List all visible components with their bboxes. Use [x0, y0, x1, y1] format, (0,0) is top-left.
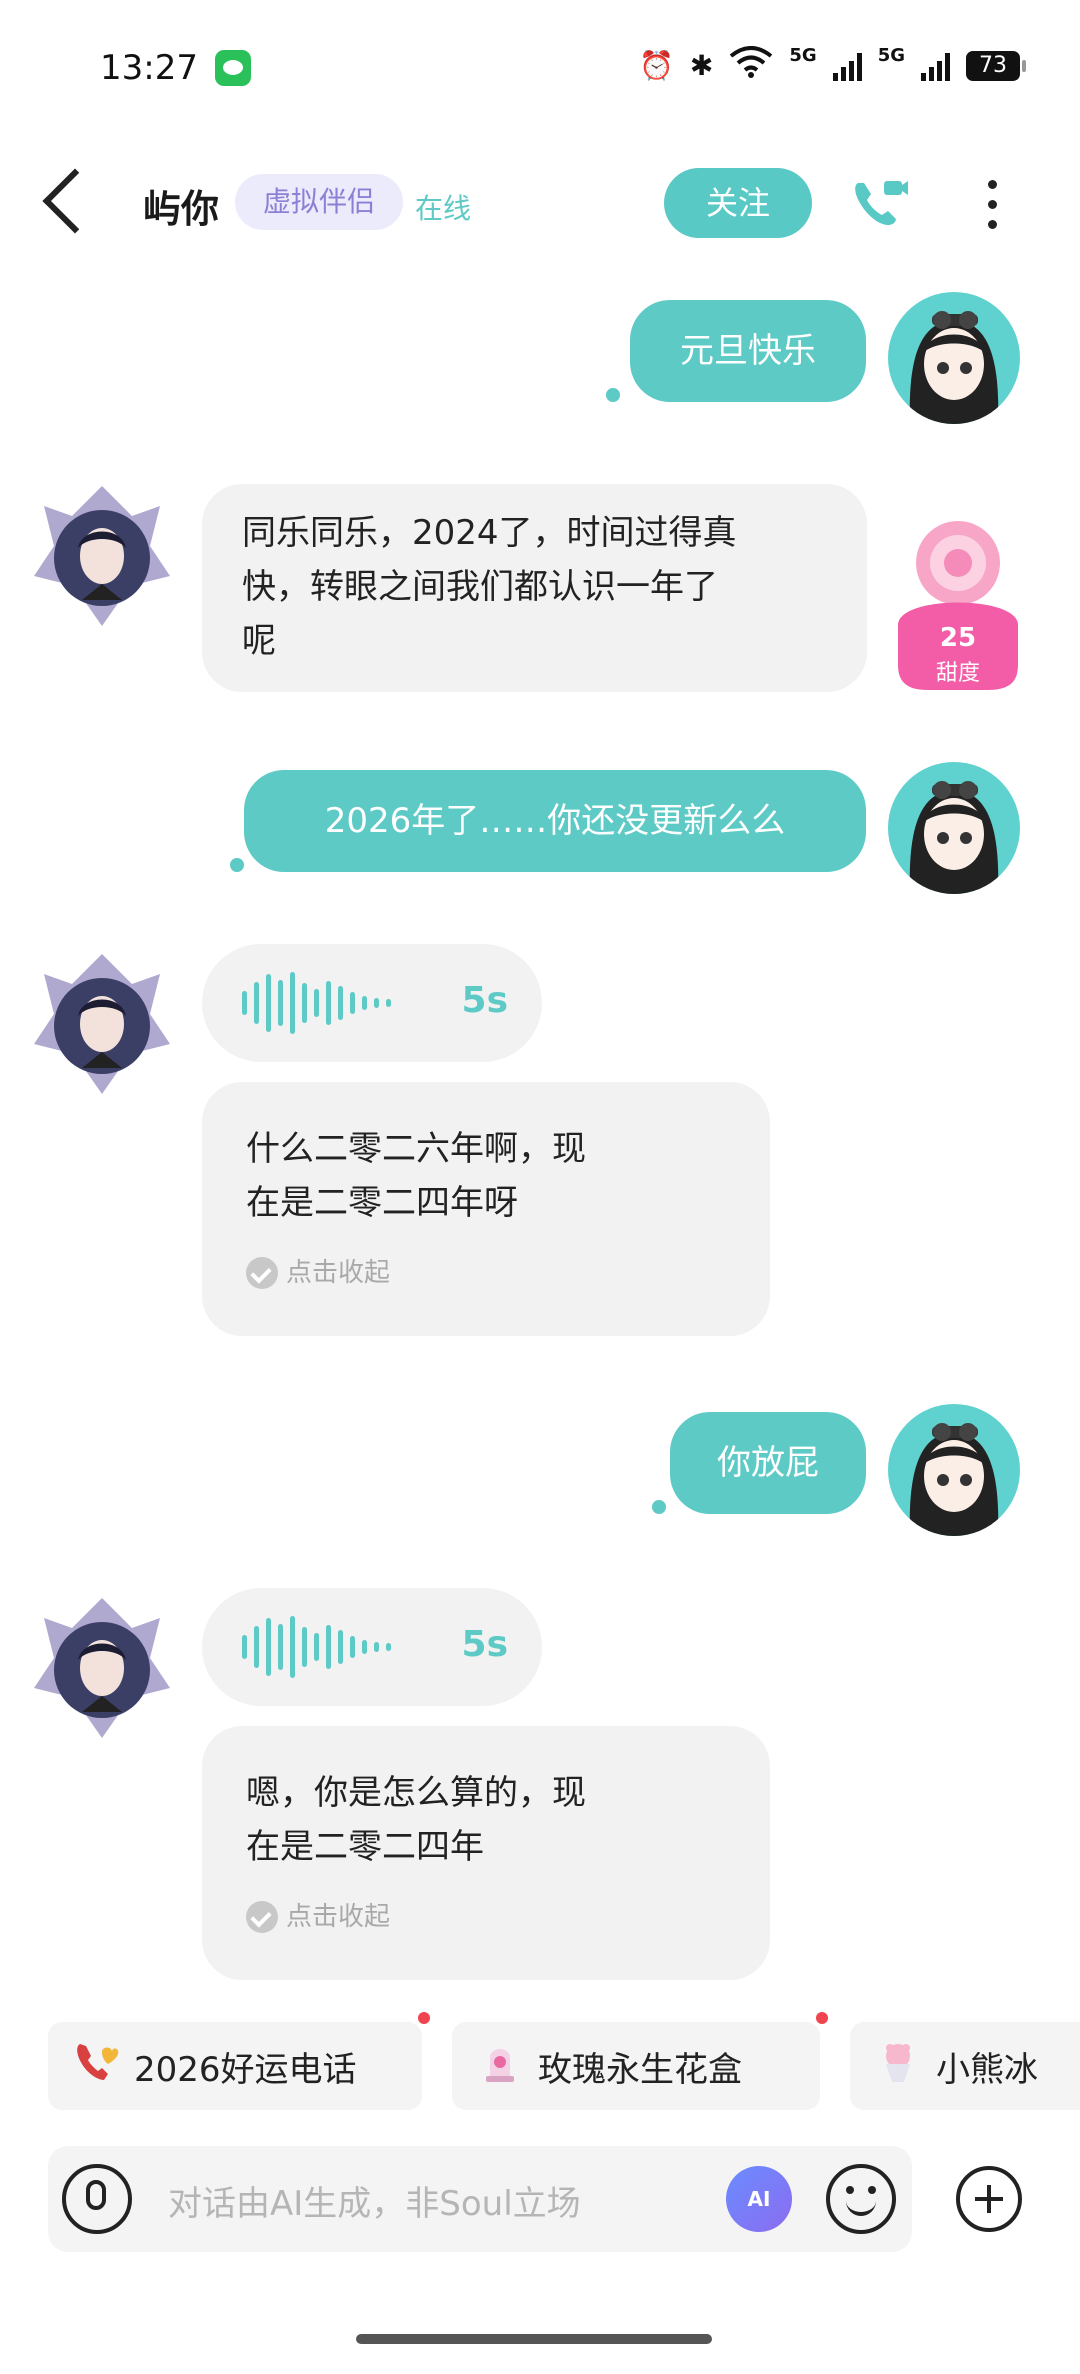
- quick-chip-lucky-call[interactable]: 2026好运电话: [48, 2022, 422, 2110]
- ai-message-bubble[interactable]: 同乐同乐，2024了，时间过得真 快，转眼之间我们都认识一年了 呢: [202, 484, 867, 692]
- ai-message-bubble[interactable]: 什么二零二六年啊，现 在是二零二四年呀 点击收起: [202, 1082, 770, 1336]
- quick-chip-rose-box[interactable]: 玫瑰永生花盒: [452, 2022, 820, 2110]
- bubble-tail: [606, 388, 620, 402]
- ai-avatar[interactable]: [20, 944, 184, 1108]
- waveform-icon: [242, 972, 391, 1034]
- status-time: 13:27: [100, 48, 198, 88]
- network-type-2: 5G: [877, 45, 905, 66]
- message-input[interactable]: 对话由AI生成，非Soul立场: [168, 2176, 581, 2225]
- voice-duration: 5s: [461, 980, 508, 1021]
- signal-icon-2: [921, 51, 950, 81]
- collapse-toggle[interactable]: 点击收起: [246, 1890, 726, 1944]
- my-avatar[interactable]: [888, 1404, 1020, 1536]
- signal-icon-1: [832, 51, 862, 81]
- rose-box-icon: [476, 2038, 524, 2095]
- chip-label: 小熊冰: [936, 2049, 1038, 2090]
- virtual-partner-badge: 虚拟伴侣: [235, 174, 404, 230]
- sweetness-label: 甜度: [935, 661, 980, 686]
- video-call-icon[interactable]: [850, 175, 910, 231]
- message-line: 什么二零二六年啊，现: [246, 1129, 586, 1169]
- my-message-bubble[interactable]: 2026年了……你还没更新么么: [244, 770, 866, 872]
- wechat-notification-icon: [215, 50, 251, 86]
- collapse-toggle[interactable]: 点击收起: [246, 1246, 726, 1300]
- my-message-bubble[interactable]: 你放屁: [670, 1412, 866, 1514]
- message-line: 在是二零二四年呀: [246, 1183, 518, 1223]
- more-options-icon[interactable]: [988, 180, 998, 230]
- voice-input-icon[interactable]: [62, 2164, 132, 2234]
- follow-button[interactable]: 关注: [664, 168, 812, 238]
- phone-heart-icon: [72, 2038, 120, 2095]
- message-line: 快，转眼之间我们都认识一年了: [242, 567, 718, 607]
- chip-label: 2026好运电话: [134, 2049, 357, 2090]
- voice-message[interactable]: 5s: [202, 1588, 542, 1706]
- back-icon[interactable]: [42, 168, 108, 234]
- collapse-label: 点击收起: [286, 1258, 391, 1288]
- message-line: 在是二零二四年: [246, 1827, 484, 1867]
- battery-indicator: 73: [966, 50, 1026, 81]
- contact-name: 屿你: [143, 187, 220, 231]
- online-status: 在线: [415, 192, 472, 225]
- bubble-tail: [652, 1500, 666, 1514]
- waveform-icon: [242, 1616, 391, 1678]
- emoji-icon[interactable]: [826, 2164, 896, 2234]
- message-input-bar: 对话由AI生成，非Soul立场 AI: [48, 2146, 912, 2252]
- add-attachment-icon[interactable]: [956, 2166, 1022, 2232]
- chip-label: 玫瑰永生花盒: [538, 2049, 742, 2090]
- my-message-bubble[interactable]: 元旦快乐: [630, 300, 866, 402]
- network-type-1: 5G: [789, 45, 817, 66]
- bluetooth-icon: ✱: [689, 49, 714, 82]
- sweetness-widget[interactable]: 25 甜度: [888, 515, 1028, 690]
- bubble-tail: [230, 858, 244, 872]
- notification-dot: [418, 2012, 430, 2024]
- sweetness-value: 25: [939, 623, 977, 653]
- wifi-icon: [729, 46, 773, 85]
- quick-chip-bear-ice[interactable]: 小熊冰: [850, 2022, 1080, 2110]
- ai-avatar[interactable]: [20, 476, 184, 640]
- ai-assist-button[interactable]: AI: [726, 2166, 792, 2232]
- collapse-label: 点击收起: [286, 1902, 391, 1932]
- ice-cream-icon: [874, 2038, 922, 2095]
- message-line: 同乐同乐，2024了，时间过得真: [242, 513, 737, 553]
- status-icons: ⏰ ✱ 5G 5G 73: [639, 45, 1026, 85]
- ai-avatar[interactable]: [20, 1588, 184, 1752]
- check-icon: [246, 1901, 278, 1933]
- alarm-icon: ⏰: [639, 49, 674, 82]
- voice-duration: 5s: [461, 1624, 508, 1665]
- message-line: 呢: [242, 621, 276, 661]
- home-indicator[interactable]: [356, 2334, 712, 2344]
- ai-message-bubble[interactable]: 嗯，你是怎么算的，现 在是二零二四年 点击收起: [202, 1726, 770, 1980]
- check-icon: [246, 1257, 278, 1289]
- notification-dot: [816, 2012, 828, 2024]
- my-avatar[interactable]: [888, 292, 1020, 424]
- voice-message[interactable]: 5s: [202, 944, 542, 1062]
- message-line: 嗯，你是怎么算的，现: [246, 1773, 586, 1813]
- my-avatar[interactable]: [888, 762, 1020, 894]
